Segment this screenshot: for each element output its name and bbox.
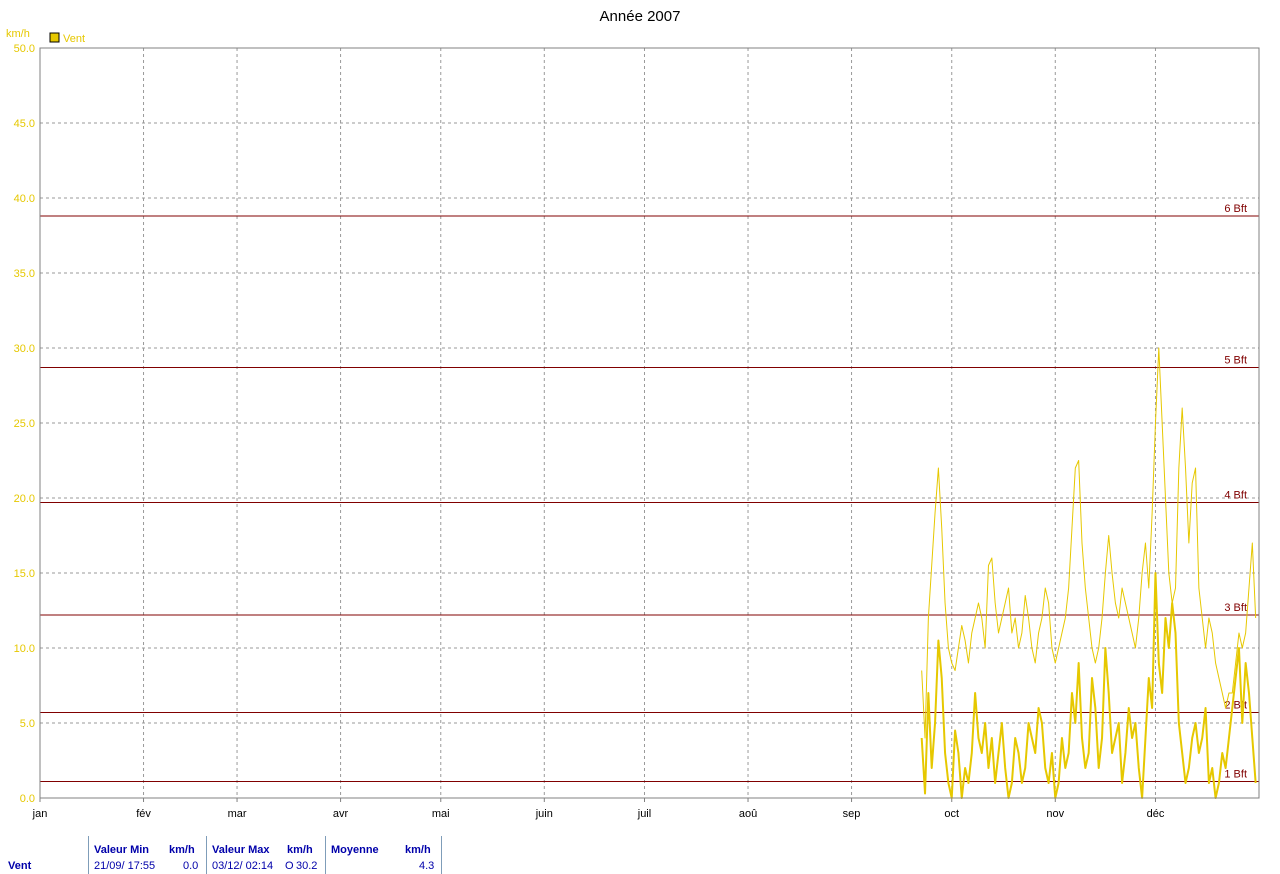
threshold-label: 1 Bft (1224, 769, 1247, 781)
threshold-label: 3 Bft (1224, 602, 1247, 614)
series-line-gusts (921, 347, 1257, 739)
y-tick-label: 25.0 (14, 418, 35, 430)
x-tick-label: nov (1046, 808, 1064, 820)
y-tick-label: 5.0 (20, 718, 35, 730)
legend-swatch (49, 32, 60, 43)
y-tick-label: 10.0 (14, 643, 35, 655)
x-tick-label: déc (1147, 808, 1165, 820)
avg-unit: km/h (405, 844, 431, 856)
x-tick-label: sep (843, 808, 861, 820)
x-tick-label: aoû (739, 808, 757, 820)
max-unit: km/h (287, 844, 313, 856)
min-time: 21/09/ 17:55 (94, 860, 156, 872)
y-tick-label: 35.0 (14, 268, 35, 280)
min-value: 0.0 (183, 860, 199, 872)
max-time: 03/12/ 02:14 (212, 860, 274, 872)
x-tick-label: jan (32, 808, 48, 820)
stats-row-label: Vent (8, 860, 32, 872)
y-tick-label: 0.0 (20, 793, 35, 805)
threshold-label: 6 Bft (1224, 203, 1247, 215)
x-tick-label: fév (136, 808, 151, 820)
legend-label: Vent (63, 33, 85, 45)
threshold-label: 4 Bft (1224, 490, 1247, 502)
x-tick-label: mai (432, 808, 450, 820)
x-tick-label: juil (637, 808, 651, 820)
y-tick-label: 30.0 (14, 343, 35, 355)
y-tick-label: 50.0 (14, 43, 35, 55)
grid (40, 48, 1259, 798)
max-value: 30.2 (296, 860, 318, 872)
chart-title: Année 2007 (600, 8, 681, 25)
series-line-average (920, 572, 1257, 799)
x-tick-label: avr (333, 808, 349, 820)
y-tick-label: 45.0 (14, 118, 35, 130)
avg-header: Moyenne (331, 844, 379, 856)
y-axis-ticks: 0.0 5.0 10.0 15.0 20.0 25.0 30.0 35.0 40.0 45.0 50… (14, 43, 35, 805)
max-direction: O (285, 860, 294, 872)
x-axis-ticks: jan fév mar avr mai juin juil aoû sep oct nov déc (32, 798, 1165, 820)
y-tick-label: 20.0 (14, 493, 35, 505)
min-unit: km/h (169, 844, 195, 856)
statistics-table: Vent Valeur Min km/h 21/09/ 17:55 0.0 Va… (0, 836, 1280, 874)
x-tick-label: juin (535, 808, 553, 820)
max-header: Valeur Max (212, 844, 270, 856)
min-header: Valeur Min (94, 844, 150, 856)
wind-chart: Année 2007 km/h Vent 1 Bft2 Bft3 Bft4 Bf… (6, 8, 1260, 820)
y-axis-unit-label: km/h (6, 28, 30, 40)
y-tick-label: 15.0 (14, 568, 35, 580)
y-tick-label: 40.0 (14, 193, 35, 205)
avg-value: 4.3 (419, 860, 435, 872)
threshold-label: 5 Bft (1224, 355, 1247, 367)
x-tick-label: mar (228, 808, 247, 820)
x-tick-label: oct (944, 808, 959, 820)
